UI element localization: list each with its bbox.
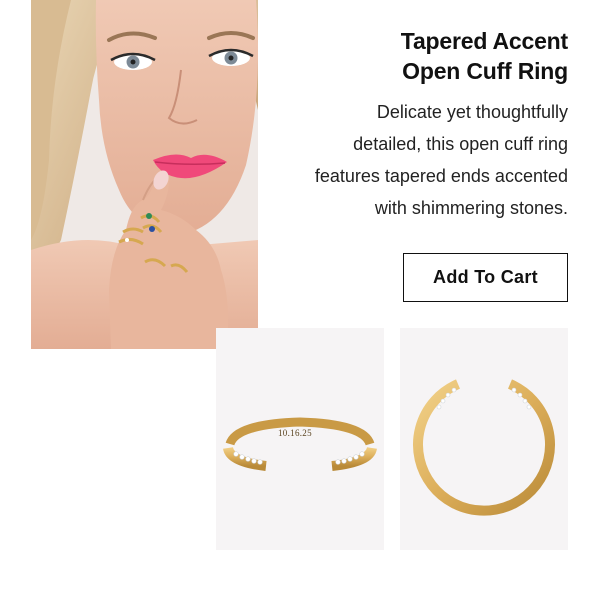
model-photo	[31, 0, 258, 349]
product-title-line-2: Open Cuff Ring	[402, 58, 568, 84]
product-title: Tapered Accent Open Cuff Ring	[308, 26, 568, 86]
description-line: Delicate yet thoughtfully	[376, 102, 568, 122]
product-title-line-1: Tapered Accent	[400, 28, 568, 54]
add-to-cart-button[interactable]: Add To Cart	[403, 253, 568, 302]
ring-engraving-text: 10.16.25	[278, 428, 312, 438]
product-thumbnail-side-view[interactable]: 10.16.25	[216, 328, 384, 550]
product-description: Delicate yet thoughtfully detailed, this…	[268, 96, 568, 224]
model-wearing-rings-image	[31, 0, 258, 349]
ring-side-view-image	[223, 417, 377, 471]
description-line: with shimmering stones.	[374, 198, 568, 218]
description-line: detailed, this open cuff ring	[353, 134, 568, 154]
description-line: features tapered ends accented	[314, 166, 568, 186]
product-thumbnail-front-view[interactable]	[400, 328, 568, 550]
ring-front-view-image	[413, 379, 555, 516]
